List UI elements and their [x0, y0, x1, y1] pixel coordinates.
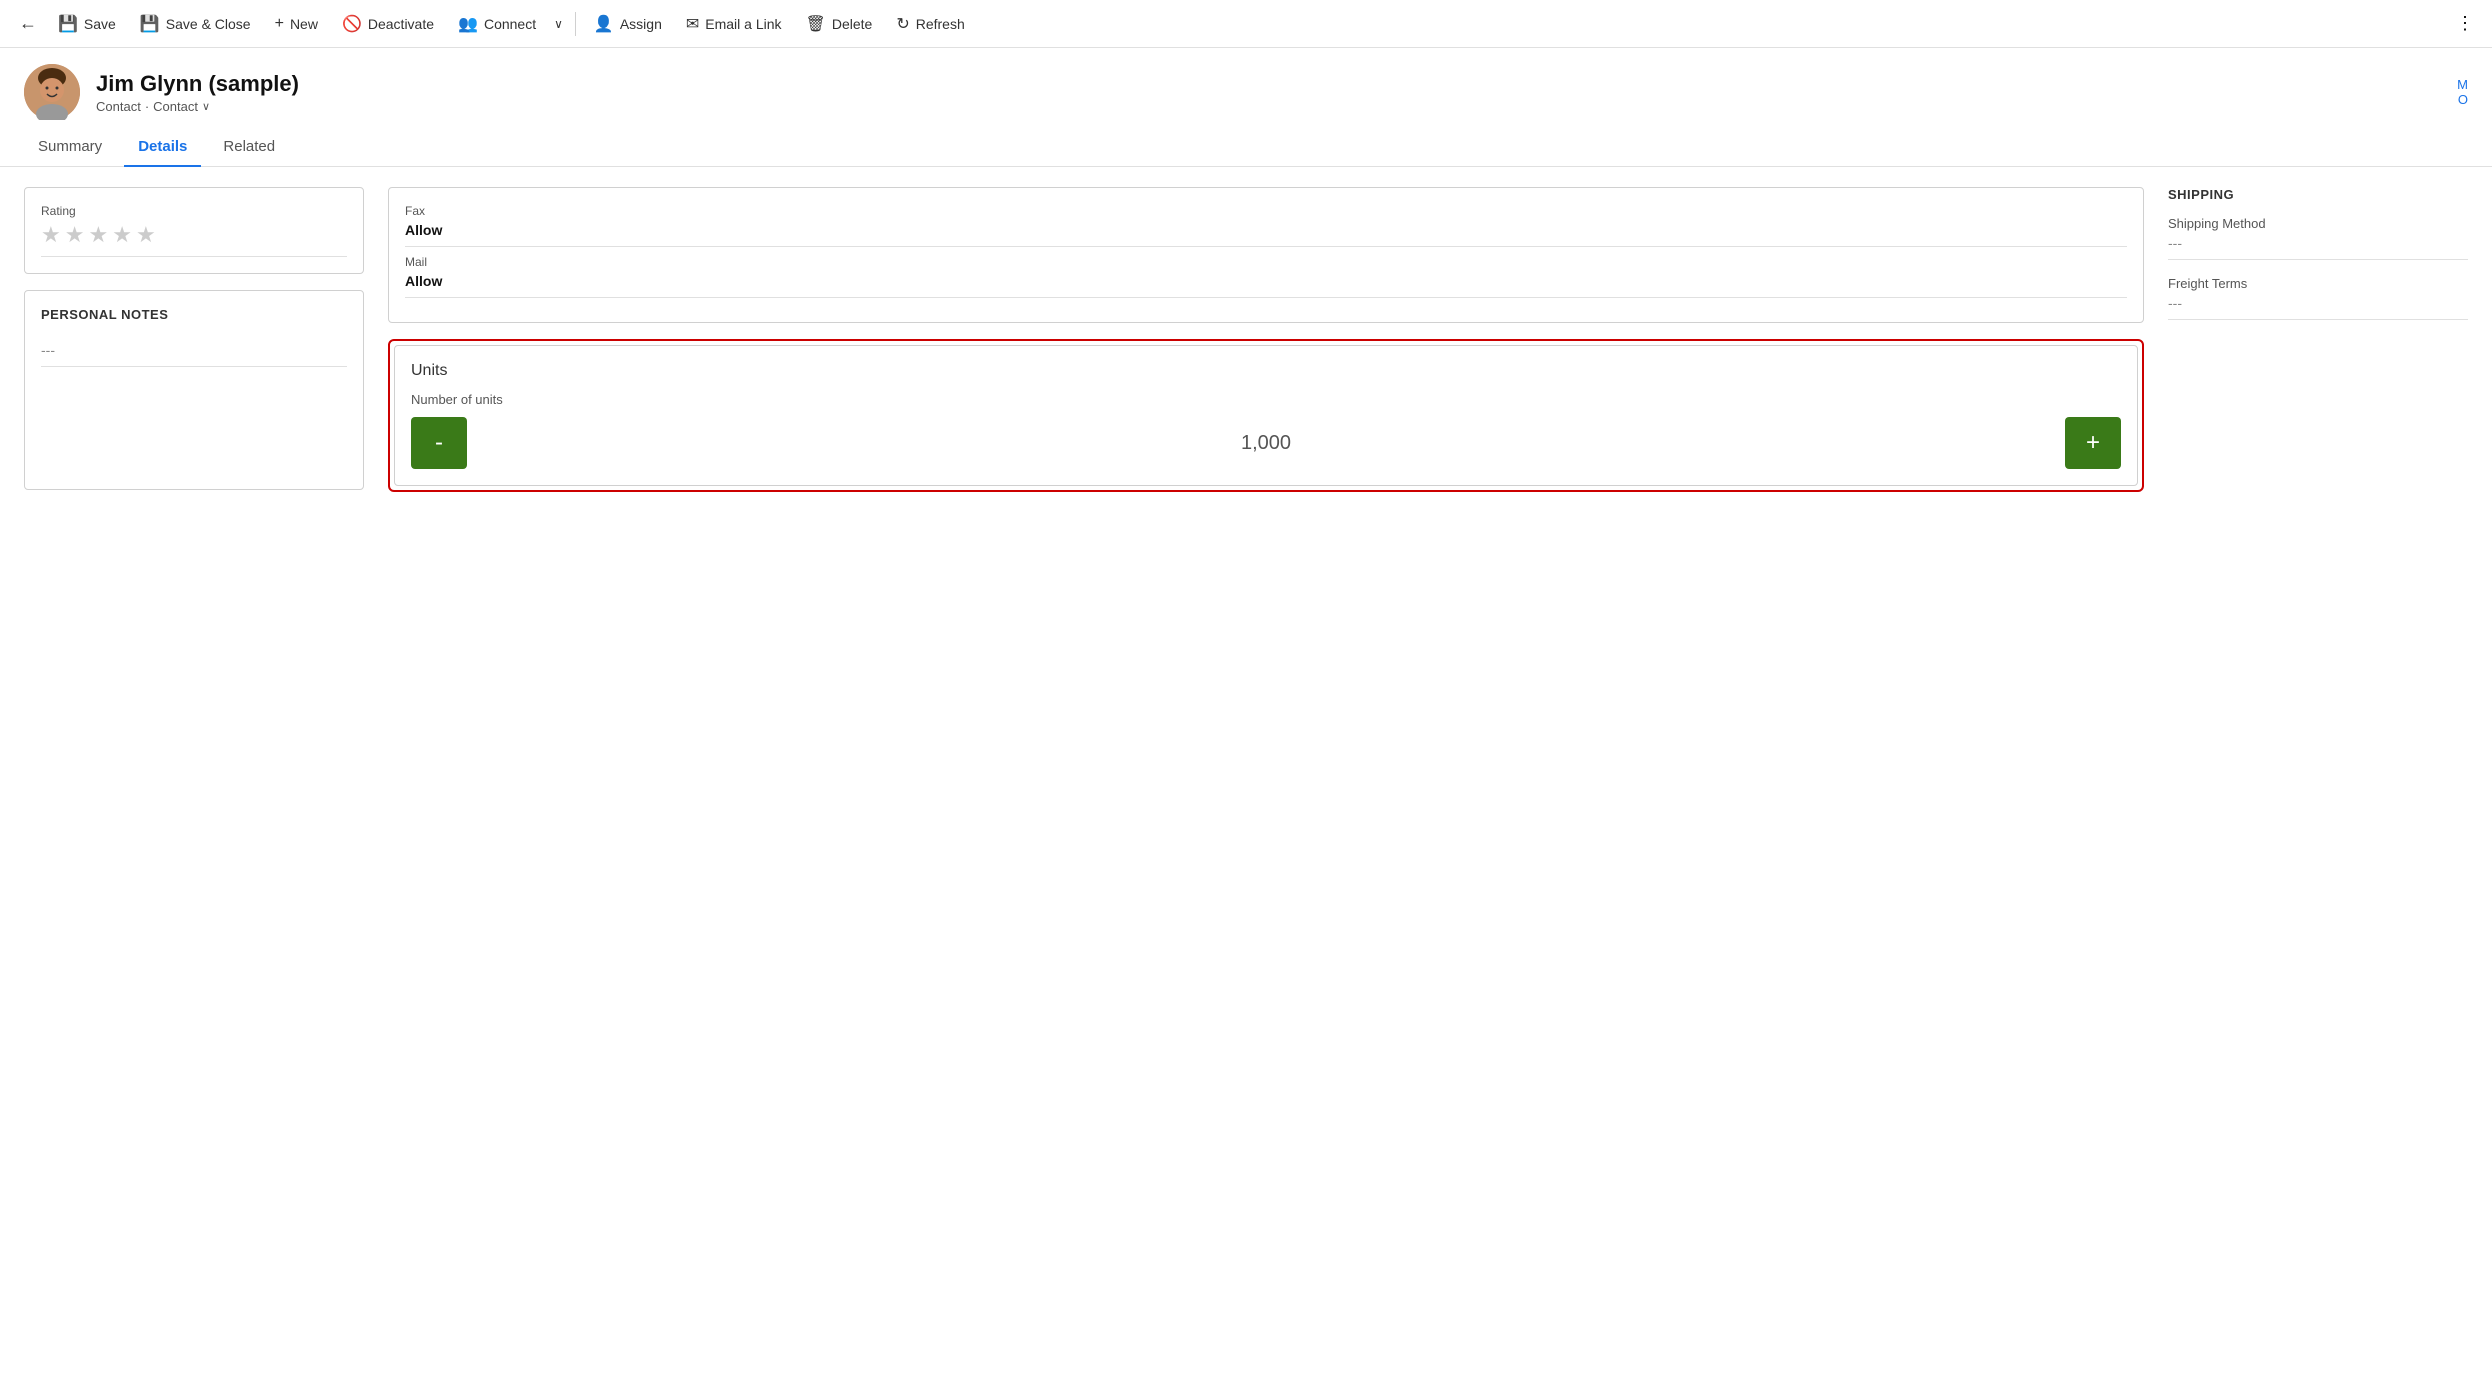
header-initial: M [2457, 77, 2468, 92]
refresh-button[interactable]: ↻ Refresh [886, 8, 974, 40]
avatar [24, 64, 80, 120]
shipping-method-field: Shipping Method --- [2168, 216, 2468, 260]
star-4[interactable]: ★ [112, 222, 132, 248]
rating-label: Rating [41, 204, 347, 218]
left-column: Rating ★ ★ ★ ★ ★ PERSONAL NOTES --- [24, 187, 364, 492]
rating-stars: ★ ★ ★ ★ ★ [41, 222, 347, 248]
header-right: M O [2457, 77, 2468, 107]
save-close-button[interactable]: 💾 Save & Close [130, 8, 261, 40]
toolbar: ← 💾 Save 💾 Save & Close + New 🚫 Deactiva… [0, 0, 2492, 48]
personal-notes-value: --- [41, 334, 347, 367]
freight-terms-field: Freight Terms --- [2168, 276, 2468, 320]
record-subtype: Contact [153, 99, 198, 114]
subtitle-dot: · [145, 99, 149, 114]
units-controls: - 1,000 + [411, 417, 2121, 469]
personal-notes-title: PERSONAL NOTES [41, 307, 347, 322]
assign-icon: 👤 [594, 14, 614, 34]
minus-icon: - [435, 429, 443, 457]
save-close-label: Save & Close [166, 16, 251, 32]
connect-chevron-button[interactable]: ∨ [550, 11, 567, 37]
more-button[interactable]: ⋮ [2450, 7, 2480, 40]
header-status: O [2458, 92, 2468, 107]
toolbar-divider [575, 12, 576, 36]
plus-icon: + [2086, 429, 2100, 457]
deactivate-icon: 🚫 [342, 14, 362, 34]
delete-button[interactable]: 🗑 Delete [796, 8, 883, 40]
contact-info-card: Fax Allow Mail Allow [388, 187, 2144, 323]
chevron-down-icon: ∨ [554, 17, 563, 31]
units-minus-button[interactable]: - [411, 417, 467, 469]
connect-icon: 👥 [458, 14, 478, 34]
email-link-button[interactable]: ✉ Email a Link [676, 8, 792, 40]
save-close-icon: 💾 [140, 14, 160, 34]
record-header: Jim Glynn (sample) Contact · Contact ∨ M… [0, 48, 2492, 120]
record-chevron-icon[interactable]: ∨ [202, 100, 210, 113]
units-value: 1,000 [479, 432, 2053, 455]
delete-icon: 🗑 [806, 14, 826, 34]
freight-terms-value: --- [2168, 295, 2468, 320]
shipping-section: SHIPPING Shipping Method --- Freight Ter… [2168, 187, 2468, 336]
back-button[interactable]: ← [12, 8, 44, 40]
right-column: SHIPPING Shipping Method --- Freight Ter… [2168, 187, 2468, 492]
tab-related[interactable]: Related [209, 128, 289, 167]
units-card-outer: Units Number of units - 1,000 + [388, 339, 2144, 492]
freight-terms-label: Freight Terms [2168, 276, 2468, 291]
save-label: Save [84, 16, 116, 32]
refresh-icon: ↻ [896, 14, 909, 34]
new-button[interactable]: + New [265, 9, 328, 39]
star-3[interactable]: ★ [88, 222, 108, 248]
save-icon: 💾 [58, 14, 78, 34]
shipping-method-value: --- [2168, 235, 2468, 260]
more-icon: ⋮ [2456, 13, 2474, 33]
units-card: Units Number of units - 1,000 + [394, 345, 2138, 486]
tab-summary[interactable]: Summary [24, 128, 116, 167]
connect-button[interactable]: 👥 Connect [448, 8, 546, 40]
units-field-label: Number of units [411, 392, 2121, 407]
main-content: Rating ★ ★ ★ ★ ★ PERSONAL NOTES --- Fax … [0, 167, 2492, 512]
assign-label: Assign [620, 16, 662, 32]
star-5[interactable]: ★ [136, 222, 156, 248]
record-title: Jim Glynn (sample) [96, 71, 299, 97]
save-button[interactable]: 💾 Save [48, 8, 126, 40]
delete-label: Delete [832, 16, 872, 32]
refresh-label: Refresh [916, 16, 965, 32]
deactivate-label: Deactivate [368, 16, 434, 32]
mail-label: Mail [405, 255, 2127, 269]
record-type: Contact [96, 99, 141, 114]
new-icon: + [275, 15, 284, 33]
connect-label: Connect [484, 16, 536, 32]
new-label: New [290, 16, 318, 32]
middle-column: Fax Allow Mail Allow Units Number of uni… [388, 187, 2144, 492]
fax-allow-value: Allow [405, 222, 2127, 247]
tabs: Summary Details Related [0, 128, 2492, 167]
email-link-label: Email a Link [705, 16, 781, 32]
units-title: Units [411, 362, 2121, 380]
record-info: Jim Glynn (sample) Contact · Contact ∨ [96, 71, 299, 114]
rating-card: Rating ★ ★ ★ ★ ★ [24, 187, 364, 274]
email-link-icon: ✉ [686, 14, 699, 34]
star-2[interactable]: ★ [65, 222, 85, 248]
record-subtitle: Contact · Contact ∨ [96, 99, 299, 114]
tab-details[interactable]: Details [124, 128, 201, 167]
star-1[interactable]: ★ [41, 222, 61, 248]
units-plus-button[interactable]: + [2065, 417, 2121, 469]
fax-label: Fax [405, 204, 2127, 218]
shipping-title: SHIPPING [2168, 187, 2468, 202]
mail-allow-value: Allow [405, 273, 2127, 298]
assign-button[interactable]: 👤 Assign [584, 8, 672, 40]
deactivate-button[interactable]: 🚫 Deactivate [332, 8, 444, 40]
shipping-method-label: Shipping Method [2168, 216, 2468, 231]
personal-notes-card: PERSONAL NOTES --- [24, 290, 364, 490]
